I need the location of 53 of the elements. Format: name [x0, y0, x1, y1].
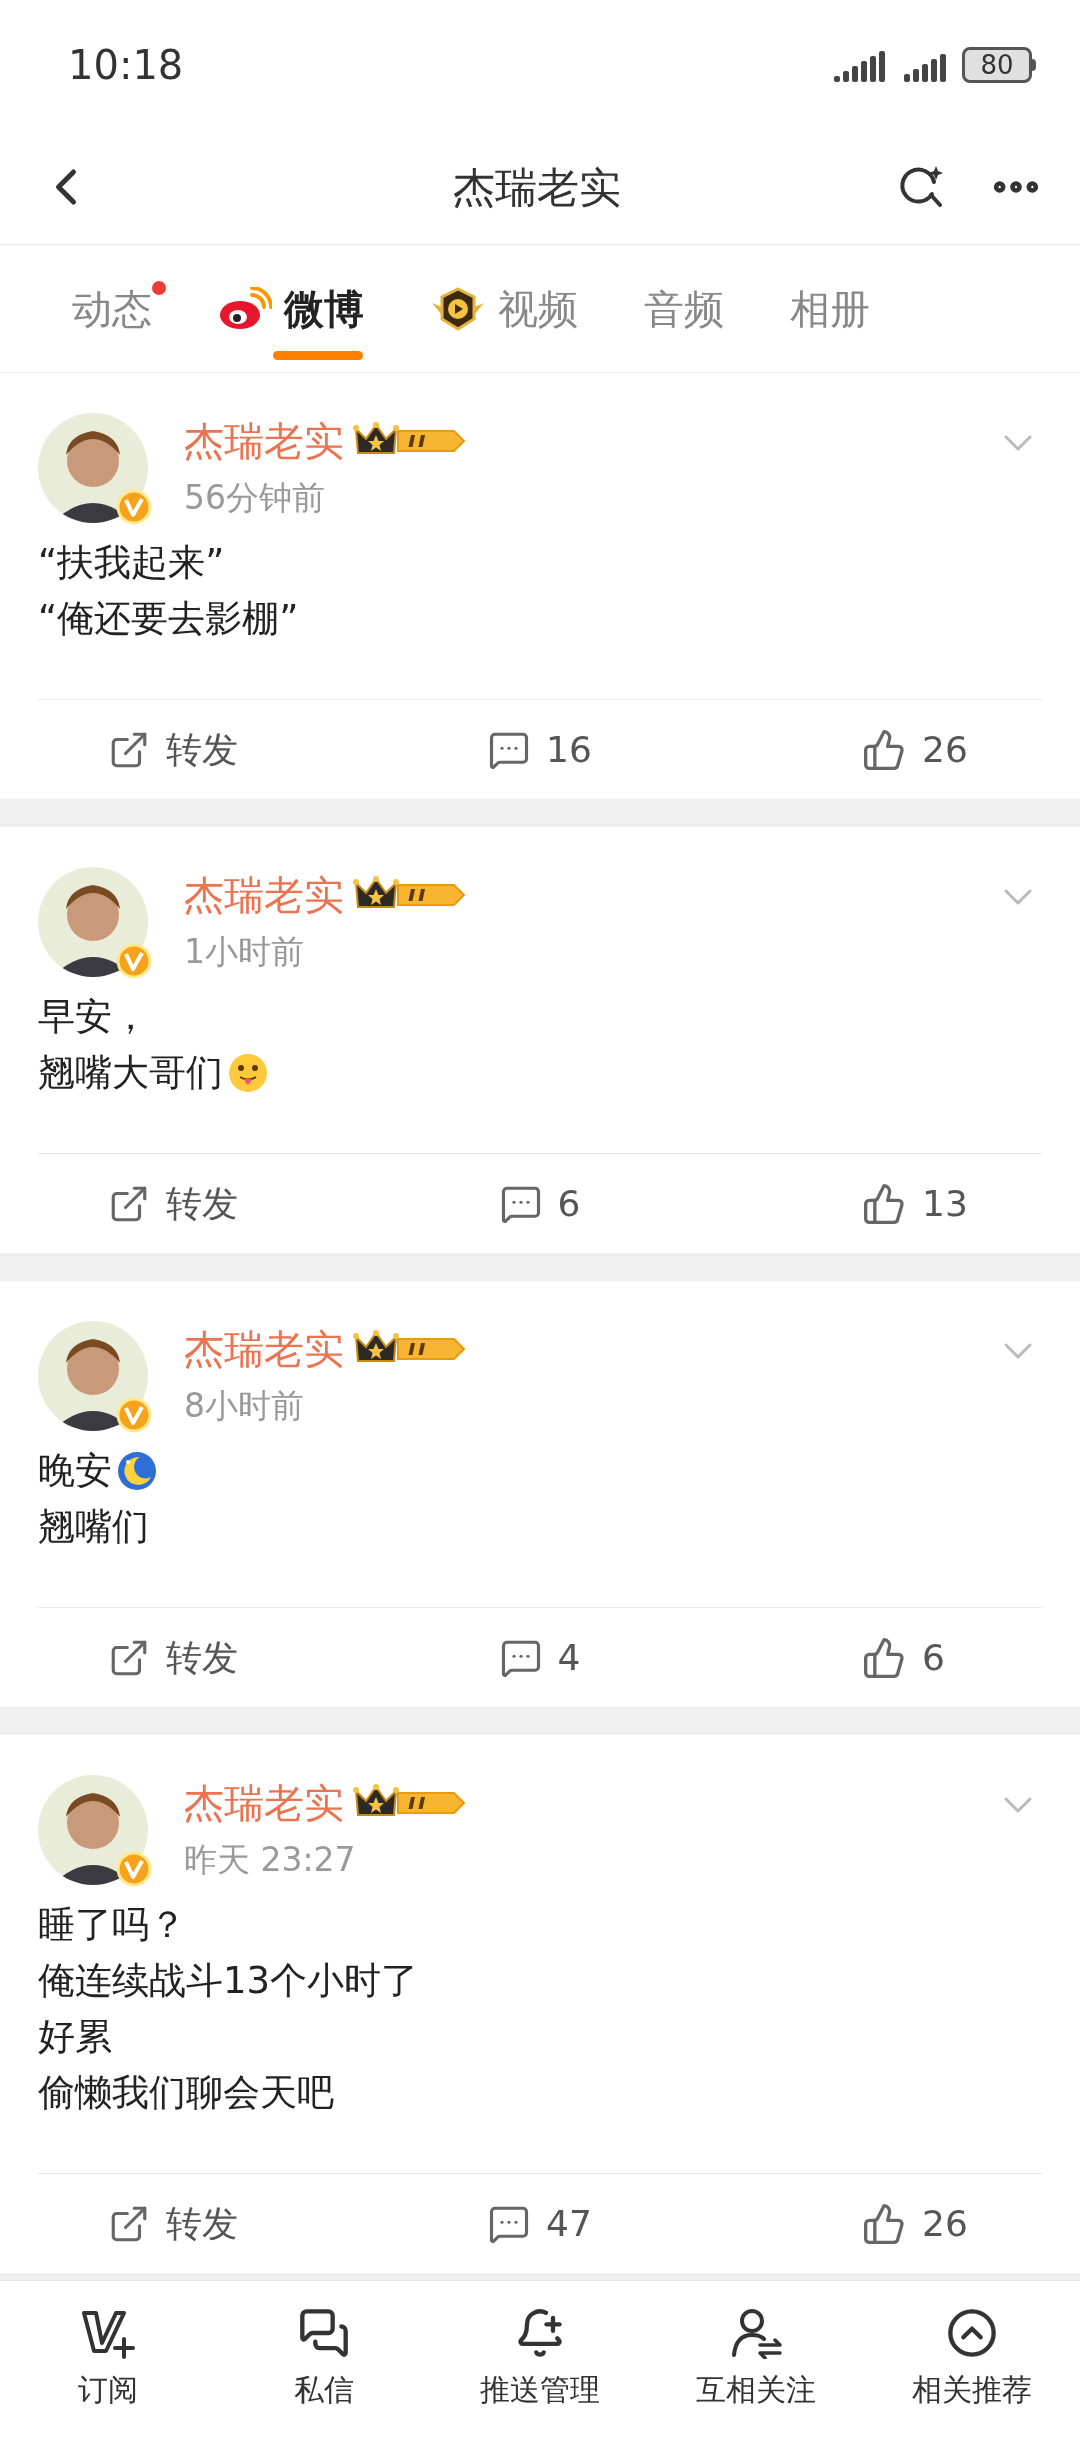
bottom-nav-item[interactable]: 推送管理 [432, 2306, 648, 2412]
tab[interactable]: 视频 [430, 245, 578, 372]
comment-button[interactable]: 6 [372, 1176, 708, 1231]
repost-button[interactable]: 转发 [38, 1630, 373, 1685]
page-title: 杰瑞老实 [453, 161, 621, 214]
tab[interactable]: 动态 [72, 245, 152, 372]
post-text: “俺还要去影棚” [38, 596, 299, 643]
post-text: 翘嘴们 [38, 1504, 149, 1551]
like-button[interactable]: 26 [707, 2196, 1042, 2251]
battery-indicator: 80 [962, 47, 1036, 83]
bottom-nav-item[interactable]: 相关推荐 [864, 2306, 1080, 2412]
tab[interactable]: 音频 [644, 245, 724, 372]
post-text: 睡了吗？ [38, 1902, 186, 1949]
post-text: “扶我起来” [38, 540, 225, 587]
thumbs-up-icon [862, 727, 906, 772]
verified-badge-icon [116, 943, 152, 979]
verified-badge-icon [116, 489, 152, 525]
weibo-logo-icon [218, 286, 272, 331]
post-text: 翘嘴大哥们 [38, 1050, 223, 1097]
tab[interactable]: 微博 [218, 245, 364, 372]
comment-button[interactable]: 16 [372, 722, 708, 777]
like-button[interactable]: 26 [707, 722, 1042, 777]
comment-button[interactable]: 4 [372, 1630, 708, 1685]
like-button[interactable]: 13 [707, 1176, 1042, 1231]
repost-button[interactable]: 转发 [38, 1176, 373, 1231]
tab[interactable]: 相册 [790, 245, 870, 372]
repost-button[interactable]: 转发 [38, 722, 373, 777]
post-text: 晚安 [38, 1448, 112, 1495]
verified-badge-icon [116, 1851, 152, 1887]
moon-emoji-icon [116, 1450, 158, 1492]
post-text: 好累 [38, 2014, 112, 2061]
thumbs-up-icon [862, 1635, 906, 1680]
thumbs-up-icon [862, 2201, 906, 2246]
bottom-nav-item[interactable]: 互相关注 [648, 2306, 864, 2412]
post-time: 8小时前 [184, 1385, 305, 1427]
tongue-face-emoji-icon [227, 1052, 269, 1094]
video-badge-icon [430, 286, 486, 331]
post-text: 俺连续战斗13个小时了 [38, 1958, 419, 2005]
chat-bubbles-icon [298, 2306, 350, 2359]
post-text: 偷懒我们聊会天吧 [38, 2070, 334, 2117]
bottom-nav-item[interactable]: 订阅 [0, 2306, 216, 2412]
circle-chevron-up-icon [946, 2306, 998, 2359]
post-time: 1小时前 [184, 931, 305, 973]
like-button[interactable]: 6 [707, 1630, 1042, 1685]
verified-badge-icon [116, 1397, 152, 1433]
post-time: 昨天 23:27 [184, 1839, 357, 1881]
bottom-nav-item[interactable]: 私信 [216, 2306, 432, 2412]
repost-button[interactable]: 转发 [38, 2196, 373, 2251]
comment-button[interactable]: 47 [372, 2196, 708, 2251]
thumbs-up-icon [862, 1181, 906, 1226]
status-time: 10:18 [68, 41, 184, 90]
post-time: 56分钟前 [184, 477, 326, 519]
post-text: 早安， [38, 994, 149, 1041]
